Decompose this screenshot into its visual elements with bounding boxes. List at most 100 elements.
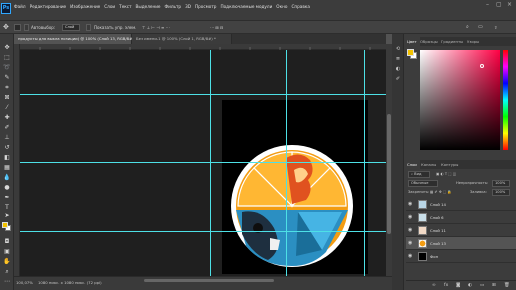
tab-patterns[interactable]: Узоры — [464, 37, 482, 46]
layer-row[interactable]: ◉ Слой 11 — [406, 224, 516, 237]
auto-select-dropdown[interactable]: Слой — [62, 24, 80, 31]
eraser-tool-icon[interactable]: ◧ — [3, 154, 11, 162]
panel-icon-strip: ⟲ ≣ ◐ ✐ — [392, 34, 404, 290]
layer-row[interactable]: ◉ Фон — [406, 250, 516, 263]
blur-tool-icon[interactable]: 💧 — [3, 174, 11, 182]
tool-preset-picker[interactable] — [14, 24, 21, 31]
hand-tool-icon[interactable]: ✋ — [3, 258, 11, 266]
canvas-area[interactable] — [20, 50, 386, 276]
tab-paths[interactable]: Контуры — [438, 160, 461, 169]
guide-vertical-1[interactable] — [210, 50, 211, 276]
layer-style-icon[interactable]: fx — [444, 283, 448, 288]
dodge-tool-icon[interactable]: ● — [3, 184, 11, 192]
delete-layer-icon[interactable]: 🗑 — [504, 283, 510, 288]
foreground-color-swatch[interactable] — [2, 222, 8, 228]
move-icon[interactable]: ✥ — [3, 23, 9, 31]
menu-file[interactable]: Файл — [14, 4, 26, 9]
vertical-scroll-thumb[interactable] — [387, 114, 391, 234]
auto-select-label: Автовыбор: — [31, 25, 56, 30]
healing-brush-tool-icon[interactable]: ✚ — [3, 114, 11, 122]
brush-tool-icon[interactable]: ✐ — [3, 124, 11, 132]
tab-gradients[interactable]: Градиенты — [438, 37, 466, 46]
lock-icons[interactable]: ▦ ✐ ✥ ⬚ 🔒 — [430, 190, 452, 194]
hue-slider[interactable] — [503, 50, 508, 150]
fill-input[interactable]: 100% — [492, 189, 510, 196]
guide-vertical-2[interactable] — [286, 50, 287, 276]
menu-3d[interactable]: 3D — [185, 4, 191, 9]
type-tool-icon[interactable]: T — [3, 204, 11, 212]
horizontal-scroll-thumb[interactable] — [144, 279, 274, 282]
distribute-icons[interactable]: ⋯ ⊞ ⊟ — [210, 25, 223, 30]
new-group-icon[interactable]: ▭ — [480, 283, 484, 288]
clone-stamp-tool-icon[interactable]: ⊥ — [3, 134, 11, 142]
transform-controls-checkbox[interactable] — [86, 24, 91, 31]
minimize-icon[interactable]: – — [486, 2, 491, 8]
move-tool-icon[interactable]: ✥ — [3, 44, 11, 52]
zoom-level[interactable]: 100,07% — [16, 280, 33, 285]
menu-help[interactable]: Справка — [291, 4, 309, 9]
more-tools-icon[interactable]: ⋯ — [3, 278, 11, 286]
new-layer-icon[interactable]: ⊞ — [492, 283, 496, 288]
auto-select-checkbox[interactable] — [24, 24, 29, 31]
menu-layers[interactable]: Слои — [104, 4, 115, 9]
marquee-tool-icon[interactable]: ⬚ — [3, 54, 11, 62]
search-icon[interactable]: ⌕ — [466, 24, 469, 30]
eye-icon[interactable]: ◉ — [408, 215, 412, 220]
eye-icon[interactable]: ◉ — [408, 241, 412, 246]
menu-filter[interactable]: Фильтр — [165, 4, 182, 9]
quick-mask-icon[interactable]: ◘ — [3, 238, 11, 246]
gradient-tool-icon[interactable]: ▦ — [3, 164, 11, 172]
layer-row[interactable]: ◉ Слой 14 — [406, 198, 516, 211]
workspace-icon[interactable]: ▭ — [478, 24, 483, 30]
tab-document-2[interactable]: Без имени-1 @ 100% (Слой 1, RGB/8#) * — [132, 34, 232, 44]
menu-plugins[interactable]: Подключаемые модули — [220, 4, 272, 9]
close-icon[interactable]: × — [507, 2, 512, 8]
history-icon[interactable]: ⟲ — [395, 46, 401, 52]
properties-icon[interactable]: ≣ — [395, 56, 401, 62]
menu-edit[interactable]: Редактирование — [30, 4, 67, 9]
menu-select[interactable]: Выделение — [136, 4, 161, 9]
blend-mode-dropdown[interactable]: Обычные — [408, 180, 438, 187]
eye-icon[interactable]: ◉ — [408, 254, 412, 259]
screen-mode-icon[interactable]: ▣ — [3, 248, 11, 256]
opacity-input[interactable]: 100% — [492, 180, 510, 187]
brush-settings-icon[interactable]: ✐ — [395, 76, 401, 82]
frame-tool-icon[interactable]: ⊠ — [3, 94, 11, 102]
foreground-color-chip[interactable] — [407, 49, 414, 56]
adjustments-icon[interactable]: ◐ — [395, 66, 401, 72]
eye-icon[interactable]: ◉ — [408, 202, 412, 207]
menu-image[interactable]: Изображение — [70, 4, 100, 9]
adjustment-layer-icon[interactable]: ◐ — [468, 283, 472, 288]
layer-name: Фон — [430, 254, 439, 259]
add-mask-icon[interactable]: ◙ — [456, 283, 460, 288]
tab-channels[interactable]: Каналы — [418, 160, 439, 169]
crop-tool-icon[interactable]: ⌗ — [3, 84, 11, 92]
menu-view[interactable]: Просмотр — [195, 4, 217, 9]
align-icons[interactable]: ⊤ ⊥ ⊢ ⊣ ≡ ⋯ — [142, 25, 170, 30]
tab-document-1[interactable]: продукты для выкла позиции) @ 100% (Слой… — [14, 34, 137, 44]
history-brush-tool-icon[interactable]: ↺ — [3, 144, 11, 152]
menu-type[interactable]: Текст — [119, 4, 131, 9]
lasso-tool-icon[interactable]: ➰ — [3, 64, 11, 72]
share-icon[interactable]: ⇪ — [494, 25, 497, 30]
menu-window[interactable]: Окно — [276, 4, 287, 9]
zoom-tool-icon[interactable]: ⌕ — [3, 268, 11, 276]
guide-horizontal-3[interactable] — [20, 231, 386, 232]
color-picker-marker[interactable] — [480, 64, 484, 68]
eyedropper-tool-icon[interactable]: ⁄ — [3, 104, 11, 112]
filter-icons[interactable]: ▣ ◐ T ⬚ ◫ — [436, 172, 456, 176]
maximize-icon[interactable]: ▢ — [496, 2, 502, 8]
quick-select-tool-icon[interactable]: ✎ — [3, 74, 11, 82]
link-layers-icon[interactable]: ∞ — [432, 283, 436, 288]
guide-horizontal-1[interactable] — [20, 94, 386, 95]
document-canvas[interactable] — [222, 100, 368, 274]
layer-row-selected[interactable]: ◉ Слой 13 — [406, 237, 516, 250]
layer-row[interactable]: ◉ Слой 6 — [406, 211, 516, 224]
color-picker-field[interactable] — [420, 50, 500, 150]
pen-tool-icon[interactable]: ✒ — [3, 194, 11, 202]
path-select-tool-icon[interactable]: ➤ — [3, 212, 11, 220]
guide-horizontal-2[interactable] — [20, 162, 386, 163]
guide-vertical-3[interactable] — [364, 50, 365, 276]
eye-icon[interactable]: ◉ — [408, 228, 412, 233]
layer-kind-filter[interactable]: ⌕ Вид — [408, 171, 430, 178]
